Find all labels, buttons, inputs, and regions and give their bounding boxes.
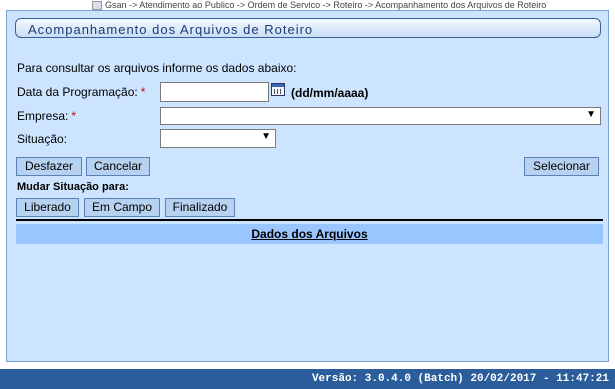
required-mark: *	[140, 85, 146, 99]
liberado-button[interactable]: Liberado	[16, 198, 79, 217]
divider	[16, 219, 603, 221]
required-mark: *	[71, 109, 77, 123]
cancelar-button[interactable]: Cancelar	[86, 157, 150, 176]
page-title: Acompanhamento dos Arquivos de Roteiro	[28, 22, 314, 37]
date-input[interactable]	[160, 82, 269, 102]
situacao-select[interactable]: ▼	[160, 129, 276, 148]
intro-text: Para consultar os arquivos informe os da…	[17, 61, 297, 75]
title-bar: Acompanhamento dos Arquivos de Roteiro	[15, 18, 601, 38]
mudar-situacao-label: Mudar Situação para:	[17, 181, 129, 193]
calendar-icon[interactable]	[271, 83, 285, 96]
empresa-label-text: Empresa:	[17, 109, 69, 123]
dados-arquivos-link[interactable]: Dados dos Arquivos	[251, 227, 367, 241]
situacao-label: Situação:	[17, 132, 68, 146]
em-campo-button[interactable]: Em Campo	[84, 198, 160, 217]
breadcrumb-icon	[92, 1, 102, 10]
table-header: Dados dos Arquivos	[16, 224, 603, 244]
empresa-select[interactable]: ▼	[160, 107, 601, 125]
desfazer-button[interactable]: Desfazer	[16, 157, 82, 176]
breadcrumb-text: Gsan -> Atendimento ao Publico -> Ordem …	[105, 0, 547, 10]
empresa-label: Empresa: *	[17, 109, 76, 123]
date-label: Data da Programação: *	[17, 85, 145, 99]
main-panel: Acompanhamento dos Arquivos de Roteiro P…	[6, 10, 609, 362]
version-footer: Versão: 3.0.4.0 (Batch) 20/02/2017 - 11:…	[0, 369, 615, 389]
finalizado-button[interactable]: Finalizado	[165, 198, 235, 217]
date-format-hint: (dd/mm/aaaa)	[291, 86, 369, 100]
breadcrumb: Gsan -> Atendimento ao Publico -> Ordem …	[92, 0, 615, 10]
chevron-down-icon: ▼	[261, 131, 271, 142]
selecionar-button[interactable]: Selecionar	[524, 157, 599, 176]
chevron-down-icon: ▼	[586, 109, 596, 120]
date-label-text: Data da Programação:	[17, 85, 138, 99]
